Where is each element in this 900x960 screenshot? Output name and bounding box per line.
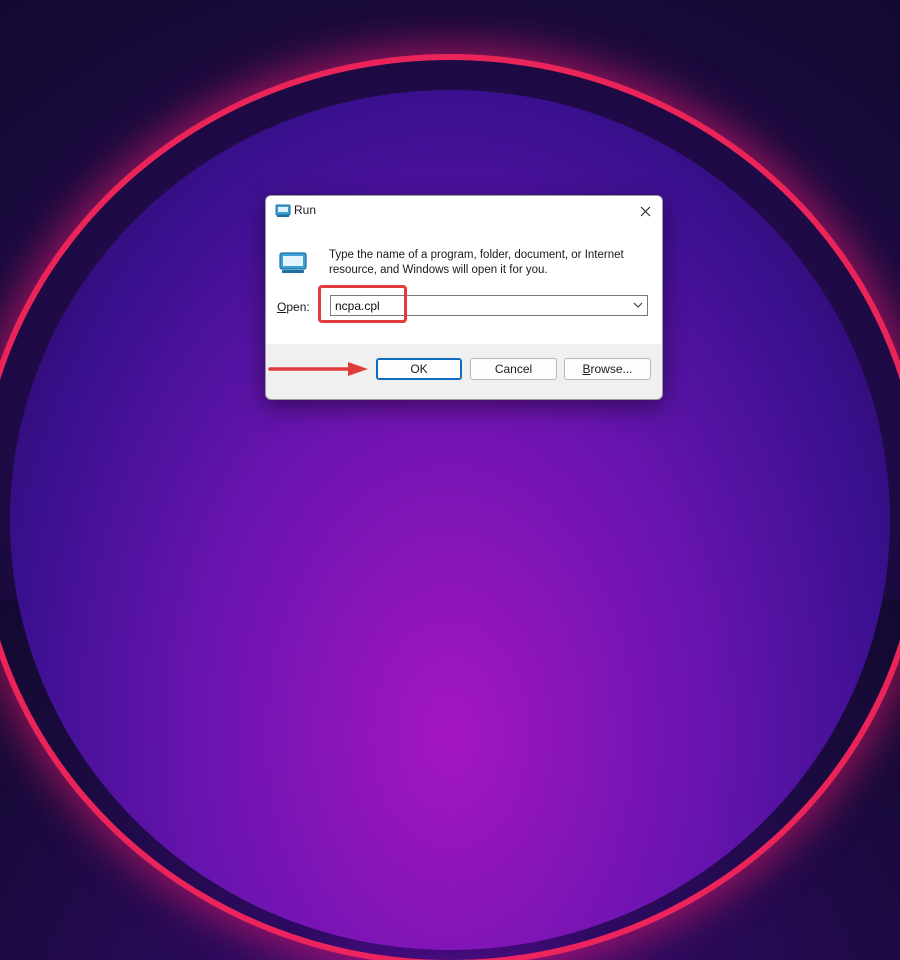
open-input[interactable] xyxy=(331,296,625,315)
run-icon xyxy=(275,204,291,217)
browse-label: rowse... xyxy=(590,362,633,376)
ok-button[interactable]: OK xyxy=(376,358,462,380)
run-dialog: Run Type the name of a program, folder, … xyxy=(265,195,663,400)
open-label-text: pen: xyxy=(286,300,310,314)
open-label: Open: xyxy=(277,300,310,314)
close-button[interactable] xyxy=(628,196,662,226)
open-combobox[interactable] xyxy=(330,295,648,316)
browse-accel: B xyxy=(582,362,591,376)
run-icon xyxy=(279,252,307,273)
title-bar: Run xyxy=(266,196,662,226)
chevron-down-icon[interactable] xyxy=(632,300,644,310)
cancel-button[interactable]: Cancel xyxy=(470,358,557,380)
close-icon xyxy=(640,206,650,216)
dialog-title: Run xyxy=(294,203,317,217)
browse-button[interactable]: Browse... xyxy=(564,358,651,380)
dialog-content: Type the name of a program, folder, docu… xyxy=(266,226,662,344)
dialog-description: Type the name of a program, folder, docu… xyxy=(329,249,624,276)
open-label-accel: O xyxy=(277,300,287,314)
